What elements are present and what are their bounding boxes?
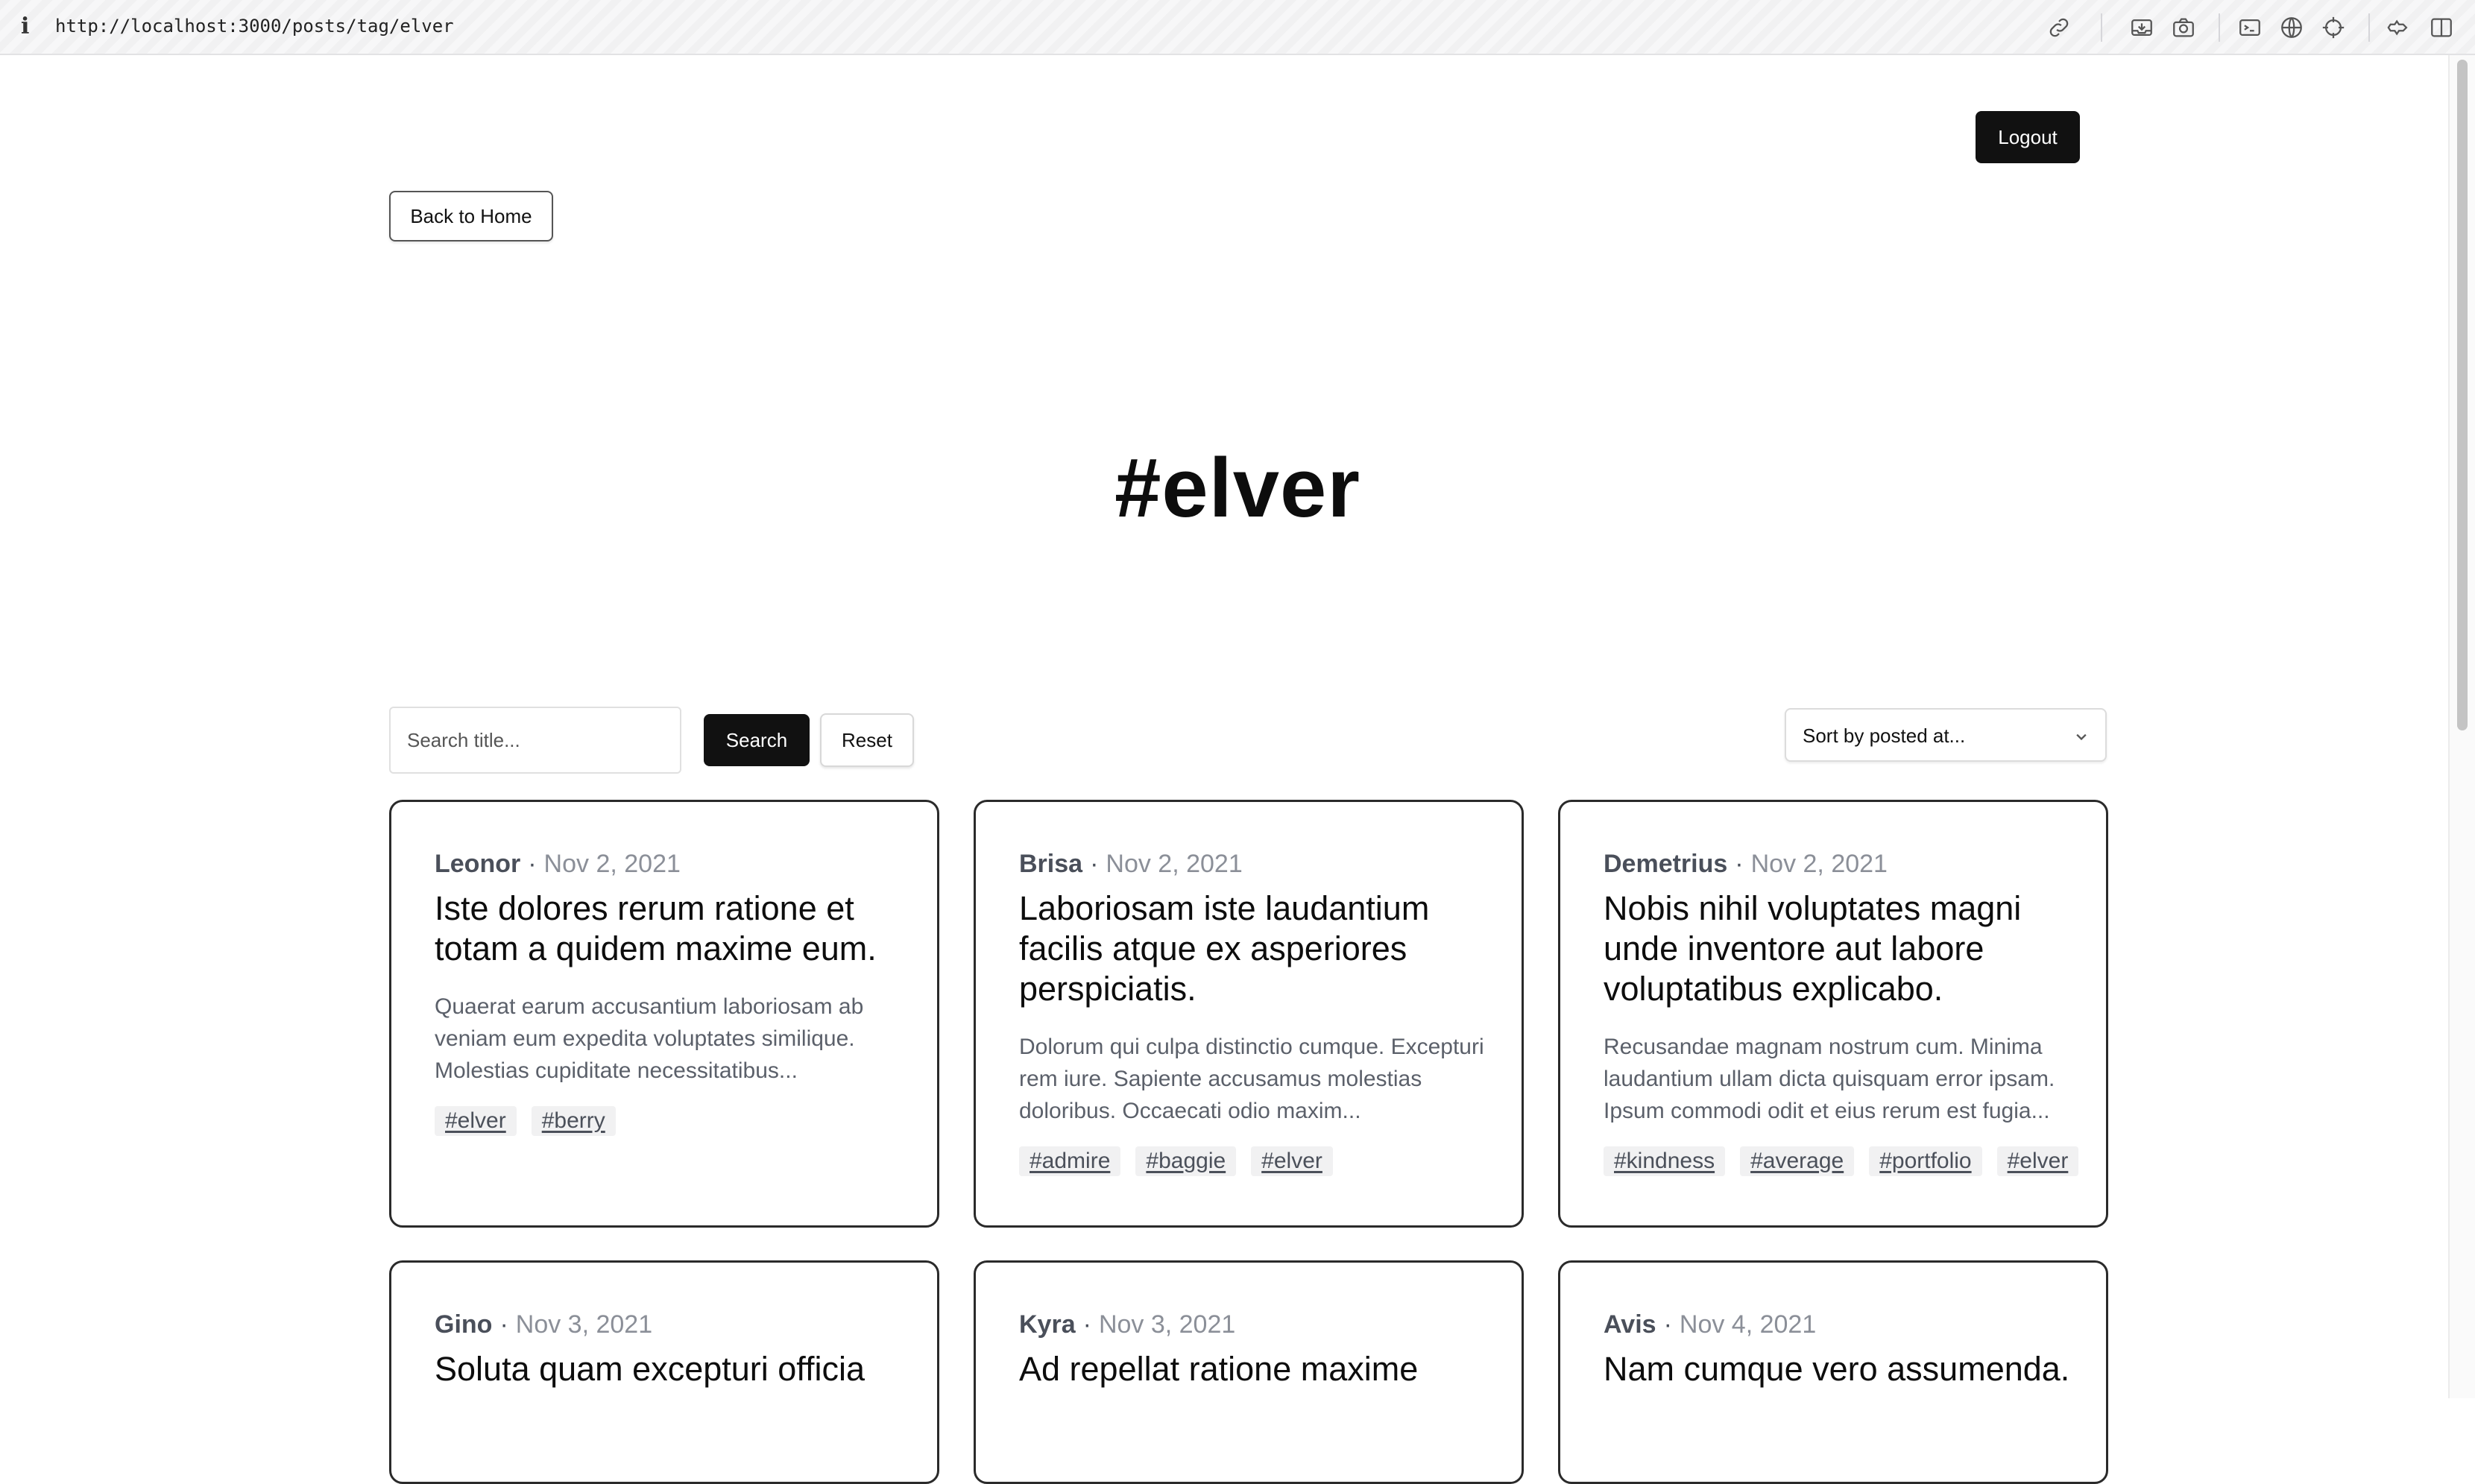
post-author: Avis	[1604, 1310, 1656, 1339]
toolbar-separator	[2219, 13, 2220, 42]
post-meta: Brisa · Nov 2, 2021	[1019, 850, 1243, 879]
post-author: Gino	[435, 1310, 493, 1339]
tag-link[interactable]: #baggie	[1135, 1146, 1237, 1176]
tag-link[interactable]: #admire	[1019, 1146, 1121, 1176]
post-tags: #admire #baggie #elver	[1019, 1146, 1333, 1176]
post-meta: Avis · Nov 4, 2021	[1604, 1310, 1816, 1339]
post-card[interactable]: Gino · Nov 3, 2021 Soluta quam excepturi o…	[389, 1260, 939, 1484]
meta-separator: ·	[1735, 850, 1744, 878]
meta-separator: ·	[1663, 1310, 1672, 1339]
post-date: Nov 4, 2021	[1679, 1310, 1817, 1339]
meta-separator: ·	[1082, 1310, 1091, 1339]
post-card[interactable]: Brisa · Nov 2, 2021 Laboriosam iste laudan…	[974, 800, 1524, 1228]
search-button[interactable]: Search	[704, 714, 810, 766]
post-date: Nov 2, 2021	[1106, 850, 1243, 878]
meta-separator: ·	[499, 1310, 508, 1339]
tag-link[interactable]: #elver	[435, 1106, 517, 1136]
browser-toolbar: i http://localhost:3000/posts/tag/elver	[0, 0, 2475, 55]
scrollbar-thumb[interactable]	[2457, 60, 2468, 730]
post-author: Brisa	[1019, 850, 1083, 878]
toolbar-separator	[2368, 13, 2370, 42]
post-author: Kyra	[1019, 1310, 1076, 1339]
extensions-icon[interactable]	[2386, 15, 2412, 40]
post-date: Nov 3, 2021	[515, 1310, 653, 1339]
meta-separator: ·	[1090, 850, 1099, 878]
post-title[interactable]: Nobis nihil voluptates magni unde invent…	[1604, 888, 2073, 1009]
post-excerpt: Recusandae magnam nostrum cum. Minima la…	[1604, 1035, 2055, 1123]
url-bar[interactable]: http://localhost:3000/posts/tag/elver	[55, 16, 454, 37]
page-title: #elver	[1114, 441, 1361, 534]
post-date: Nov 2, 2021	[543, 850, 681, 878]
info-icon[interactable]: i	[21, 13, 29, 40]
sidebar-icon[interactable]	[2429, 15, 2454, 40]
logout-button[interactable]: Logout	[1976, 111, 2080, 163]
search-input[interactable]	[389, 707, 681, 774]
toolbar-separator	[2101, 13, 2102, 42]
post-card[interactable]: Leonor · Nov 2, 2021 Iste dolores rerum ra…	[389, 800, 939, 1228]
scrollbar[interactable]	[2448, 55, 2475, 1398]
post-date: Nov 2, 2021	[1750, 850, 1888, 878]
sort-select-value: Sort by posted at...	[1803, 724, 1966, 747]
tag-link[interactable]: #kindness	[1604, 1146, 1726, 1176]
meta-separator: ·	[528, 850, 537, 878]
post-meta: Demetrius · Nov 2, 2021	[1604, 850, 1888, 879]
inbox-icon[interactable]	[2129, 15, 2154, 40]
post-meta: Gino · Nov 3, 2021	[435, 1310, 652, 1339]
tag-link[interactable]: #average	[1740, 1146, 1855, 1176]
tag-link[interactable]: #elver	[1251, 1146, 1333, 1176]
tag-link[interactable]: #portfolio	[1869, 1146, 1982, 1176]
tag-link[interactable]: #elver	[1996, 1146, 2079, 1176]
post-card[interactable]: Avis · Nov 4, 2021 Nam cumque vero assumen…	[1558, 1260, 2108, 1484]
post-title[interactable]: Nam cumque vero assumenda.	[1604, 1349, 2073, 1389]
globe-icon[interactable]	[2279, 15, 2304, 40]
post-card[interactable]: Demetrius · Nov 2, 2021 Nobis nihil volupt…	[1558, 800, 2108, 1228]
post-meta: Kyra · Nov 3, 2021	[1019, 1310, 1235, 1339]
post-author: Demetrius	[1604, 850, 1728, 878]
crosshair-icon[interactable]	[2321, 15, 2346, 40]
post-title[interactable]: Soluta quam excepturi officia	[435, 1349, 904, 1389]
chevron-down-icon	[2071, 726, 2092, 747]
post-title[interactable]: Ad repellat ratione maxime	[1019, 1349, 1489, 1389]
post-meta: Leonor · Nov 2, 2021	[435, 850, 681, 879]
link-icon[interactable]	[2046, 15, 2072, 40]
post-title[interactable]: Iste dolores rerum ratione et totam a qu…	[435, 888, 904, 969]
post-date: Nov 3, 2021	[1098, 1310, 1236, 1339]
post-title[interactable]: Laboriosam iste laudantium facilis atque…	[1019, 888, 1489, 1009]
tag-link[interactable]: #berry	[531, 1106, 616, 1136]
post-excerpt: Dolorum qui culpa distinctio cumque. Exc…	[1019, 1035, 1484, 1123]
post-tags: #kindness #average #portfolio #elver	[1604, 1146, 2079, 1176]
sort-select[interactable]: Sort by posted at...	[1785, 708, 2107, 762]
back-to-home-button[interactable]: Back to Home	[389, 191, 553, 241]
camera-icon[interactable]	[2171, 15, 2196, 40]
post-card[interactable]: Kyra · Nov 3, 2021 Ad repellat ratione max…	[974, 1260, 1524, 1484]
terminal-icon[interactable]	[2237, 15, 2263, 40]
post-excerpt: Quaerat earum accusantium laboriosam ab …	[435, 994, 864, 1083]
post-tags: #elver #berry	[435, 1106, 616, 1136]
reset-button[interactable]: Reset	[820, 713, 914, 767]
post-author: Leonor	[435, 850, 521, 878]
